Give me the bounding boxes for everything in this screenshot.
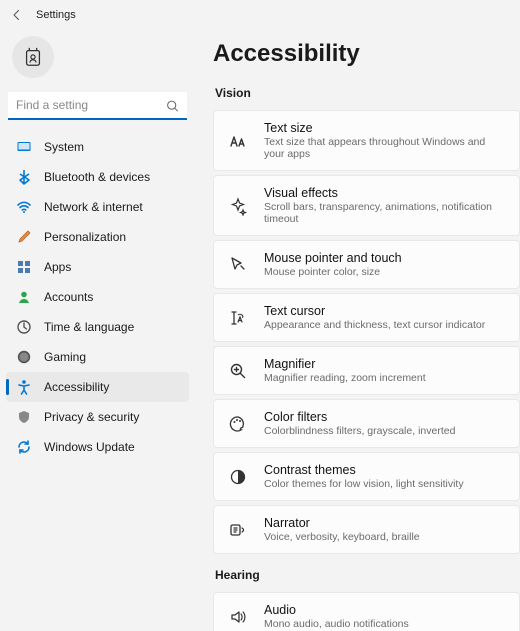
- card-desc: Mouse pointer color, size: [264, 266, 402, 278]
- nav-item-label: Network & internet: [44, 200, 143, 214]
- shield-icon: [16, 409, 32, 425]
- card-color-filters[interactable]: Color filters Colorblindness filters, gr…: [213, 399, 520, 448]
- nav-item-gaming[interactable]: Gaming: [6, 342, 189, 372]
- nav-item-label: Personalization: [44, 230, 126, 244]
- nav-item-privacy[interactable]: Privacy & security: [6, 402, 189, 432]
- card-contrast-themes[interactable]: Contrast themes Color themes for low vis…: [213, 452, 520, 501]
- person-icon: [16, 289, 32, 305]
- nav-item-system[interactable]: System: [6, 132, 189, 162]
- section-label-hearing: Hearing: [215, 568, 520, 582]
- card-title: Contrast themes: [264, 463, 464, 477]
- card-visual-effects[interactable]: Visual effects Scroll bars, transparency…: [213, 175, 520, 236]
- section-label-vision: Vision: [215, 86, 520, 100]
- sparkle-icon: [228, 196, 248, 216]
- contrast-icon: [228, 467, 248, 487]
- nav-item-label: Windows Update: [44, 440, 135, 454]
- update-icon: [16, 439, 32, 455]
- card-text-cursor[interactable]: Text cursor Appearance and thickness, te…: [213, 293, 520, 342]
- cursor-icon: [228, 255, 248, 275]
- nav-item-personalization[interactable]: Personalization: [6, 222, 189, 252]
- card-desc: Text size that appears throughout Window…: [264, 136, 505, 160]
- search-input[interactable]: [8, 92, 187, 120]
- text-size-icon: [228, 131, 248, 151]
- wifi-icon: [16, 199, 32, 215]
- sidebar: System Bluetooth & devices Network & int…: [0, 28, 195, 631]
- nav-item-network[interactable]: Network & internet: [6, 192, 189, 222]
- apps-icon: [16, 259, 32, 275]
- nav-item-label: System: [44, 140, 84, 154]
- arrow-left-icon: [11, 9, 23, 21]
- nav-item-accessibility[interactable]: Accessibility: [6, 372, 189, 402]
- card-title: Narrator: [264, 516, 420, 530]
- card-title: Text size: [264, 121, 505, 135]
- nav-item-label: Time & language: [44, 320, 134, 334]
- search-icon: [166, 100, 179, 113]
- nav-item-label: Bluetooth & devices: [44, 170, 150, 184]
- card-title: Mouse pointer and touch: [264, 251, 402, 265]
- nav-item-accounts[interactable]: Accounts: [6, 282, 189, 312]
- nav-item-label: Accounts: [44, 290, 93, 304]
- back-button[interactable]: [10, 8, 24, 22]
- nav-item-label: Privacy & security: [44, 410, 139, 424]
- system-icon: [16, 139, 32, 155]
- card-narrator[interactable]: Narrator Voice, verbosity, keyboard, bra…: [213, 505, 520, 554]
- gaming-icon: [16, 349, 32, 365]
- card-audio[interactable]: Audio Mono audio, audio notifications: [213, 592, 520, 631]
- nav-item-time-language[interactable]: Time & language: [6, 312, 189, 342]
- card-desc: Scroll bars, transparency, animations, n…: [264, 201, 505, 225]
- palette-icon: [228, 414, 248, 434]
- card-title: Color filters: [264, 410, 455, 424]
- nav-item-label: Accessibility: [44, 380, 109, 394]
- nav-item-apps[interactable]: Apps: [6, 252, 189, 282]
- app-title: Settings: [36, 9, 76, 21]
- page-title: Accessibility: [213, 40, 520, 68]
- nav-item-label: Gaming: [44, 350, 86, 364]
- card-title: Visual effects: [264, 186, 505, 200]
- paintbrush-icon: [16, 229, 32, 245]
- card-desc: Color themes for low vision, light sensi…: [264, 478, 464, 490]
- nav: System Bluetooth & devices Network & int…: [6, 132, 189, 462]
- card-desc: Voice, verbosity, keyboard, braille: [264, 531, 420, 543]
- card-desc: Colorblindness filters, grayscale, inver…: [264, 425, 455, 437]
- card-title: Audio: [264, 603, 409, 617]
- card-desc: Appearance and thickness, text cursor in…: [264, 319, 485, 331]
- clock-globe-icon: [16, 319, 32, 335]
- user-placeholder-icon: [22, 46, 44, 68]
- card-title: Magnifier: [264, 357, 426, 371]
- nav-item-windows-update[interactable]: Windows Update: [6, 432, 189, 462]
- bluetooth-icon: [16, 169, 32, 185]
- nav-item-bluetooth[interactable]: Bluetooth & devices: [6, 162, 189, 192]
- card-mouse-pointer[interactable]: Mouse pointer and touch Mouse pointer co…: [213, 240, 520, 289]
- card-title: Text cursor: [264, 304, 485, 318]
- speaker-icon: [228, 607, 248, 627]
- card-desc: Magnifier reading, zoom increment: [264, 372, 426, 384]
- text-cursor-icon: [228, 308, 248, 328]
- card-desc: Mono audio, audio notifications: [264, 618, 409, 630]
- card-text-size[interactable]: Text size Text size that appears through…: [213, 110, 520, 171]
- main-content: Accessibility Vision Text size Text size…: [195, 28, 520, 631]
- magnifier-icon: [228, 361, 248, 381]
- card-magnifier[interactable]: Magnifier Magnifier reading, zoom increm…: [213, 346, 520, 395]
- avatar[interactable]: [12, 36, 54, 78]
- accessibility-icon: [16, 379, 32, 395]
- narrator-icon: [228, 520, 248, 540]
- nav-item-label: Apps: [44, 260, 71, 274]
